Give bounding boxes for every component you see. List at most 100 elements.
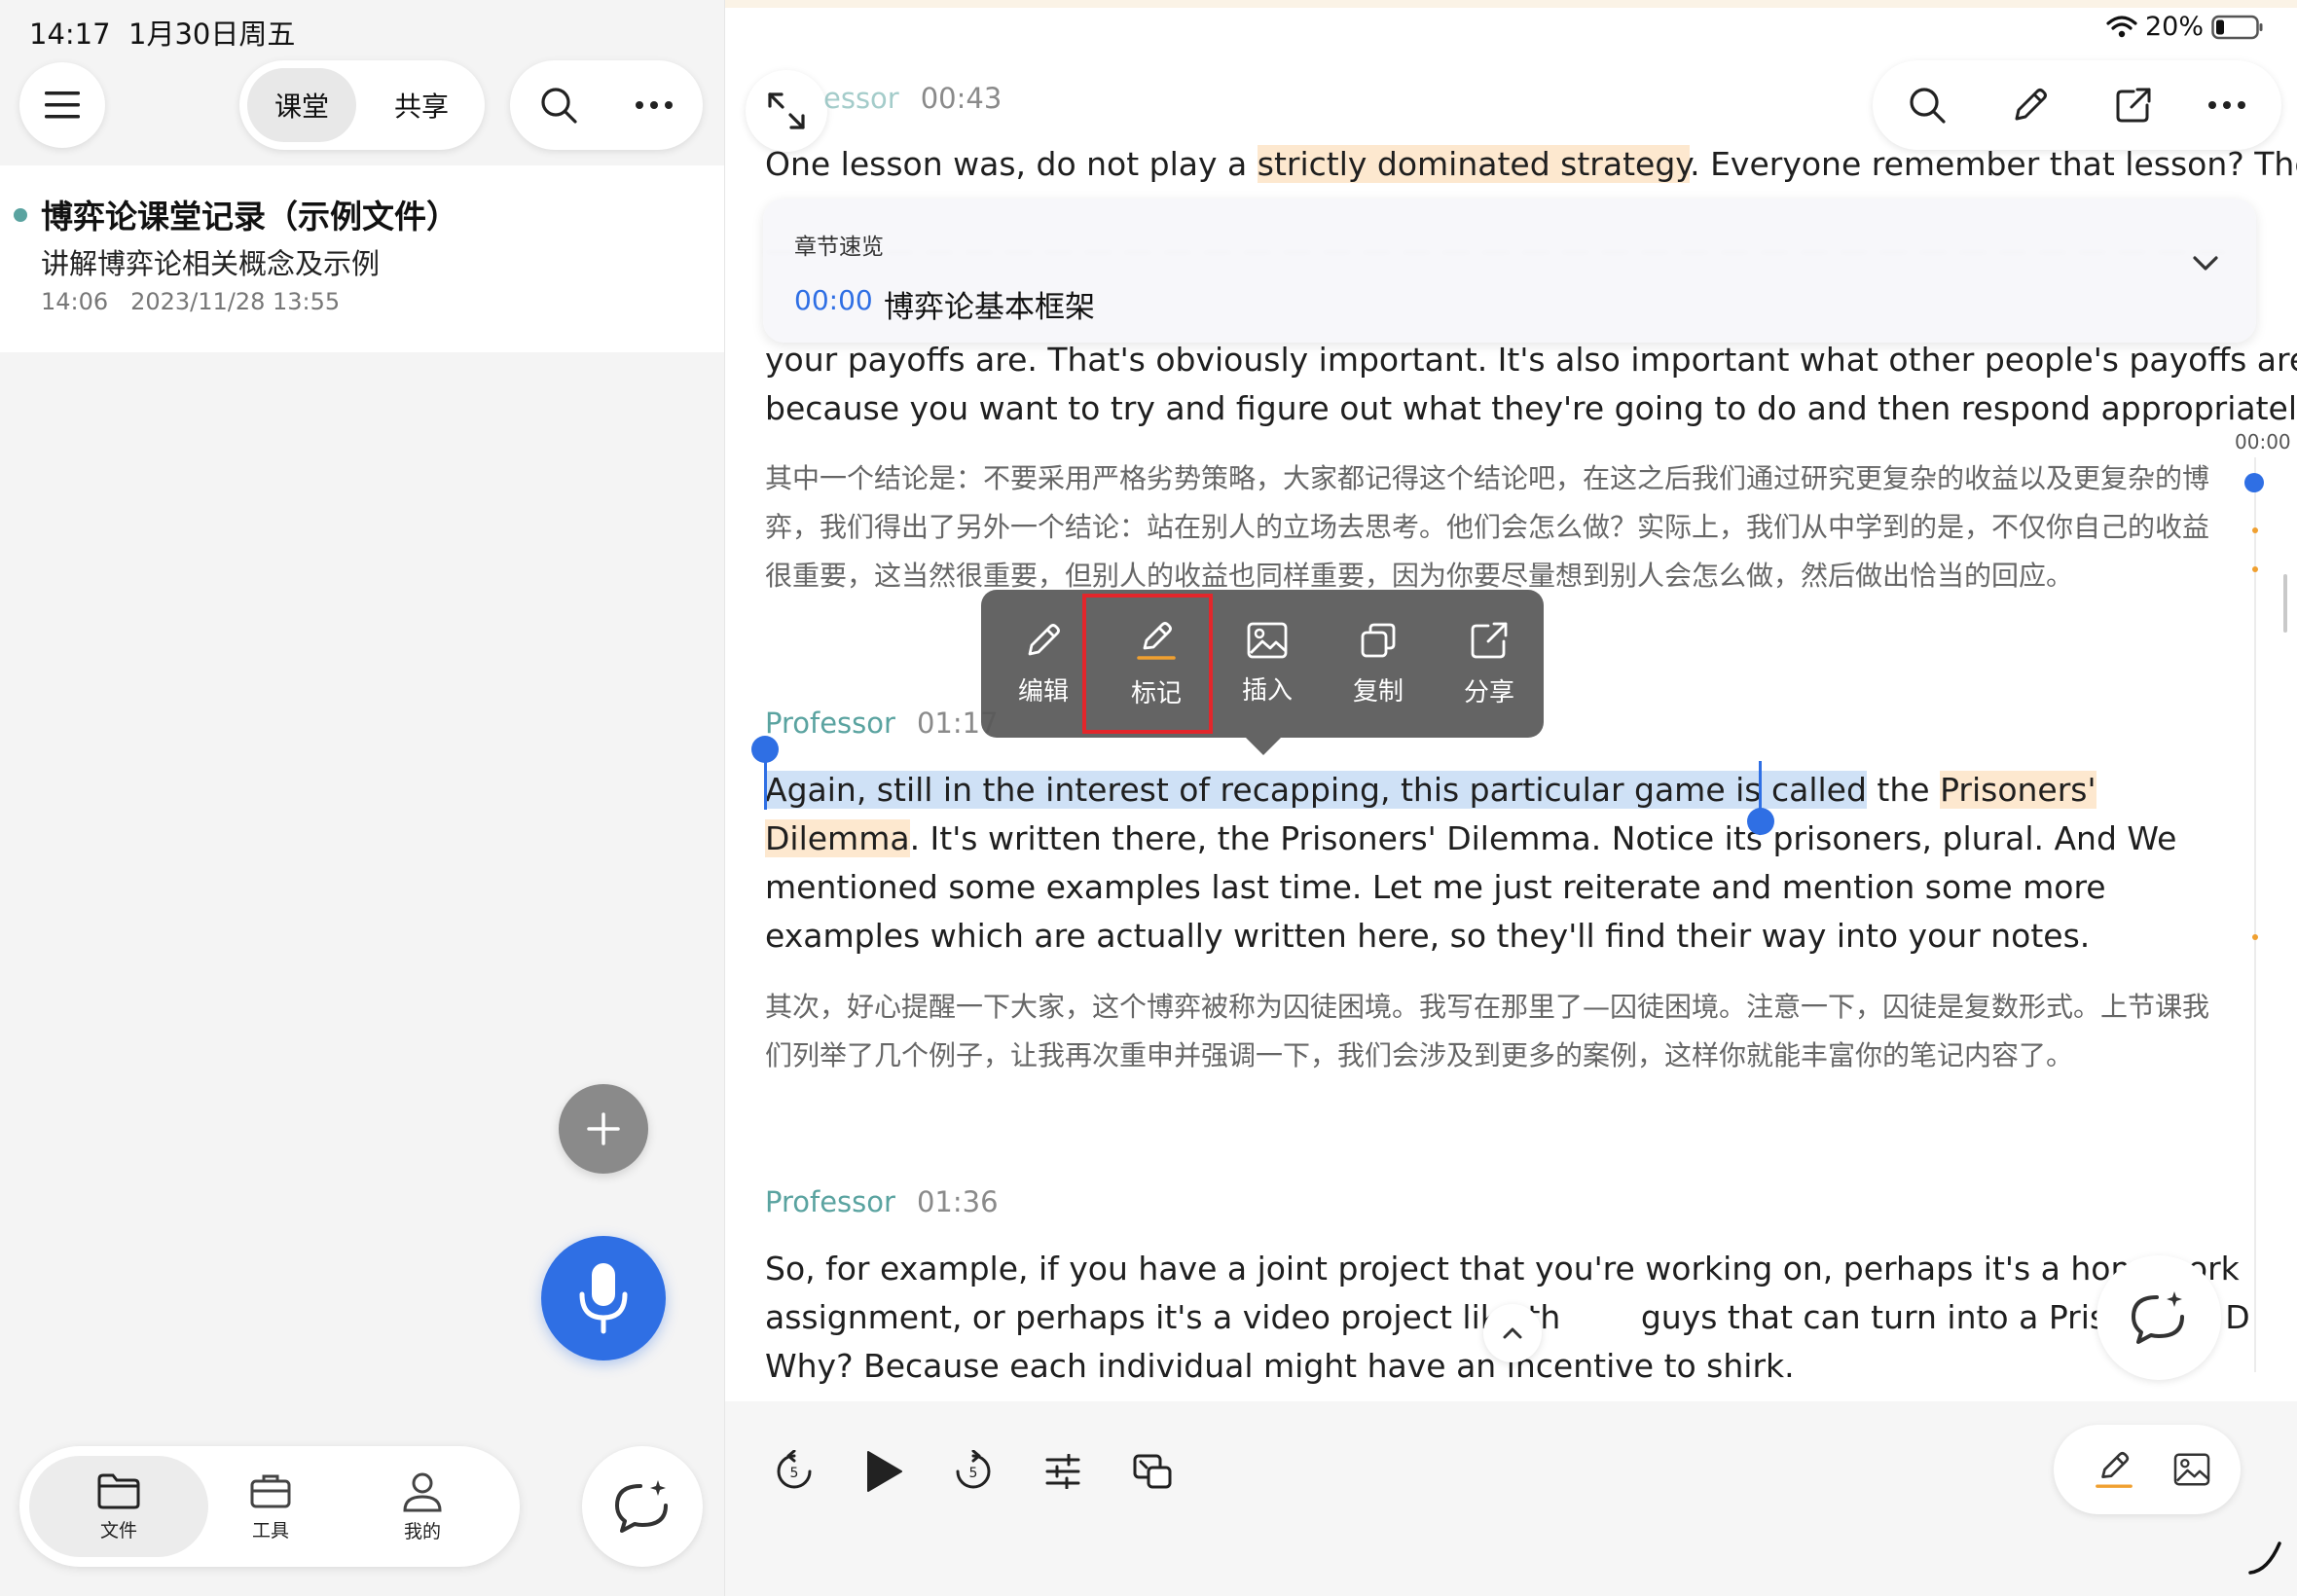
- export-icon: [2116, 88, 2151, 123]
- add-button[interactable]: [559, 1084, 648, 1174]
- chapter-overview-card[interactable]: 章节速览 00:00 博弈论基本框架: [763, 199, 2256, 343]
- segment-time: 00:43: [920, 82, 1003, 115]
- hamburger-icon: [45, 91, 80, 119]
- chapter-label: 章节速览: [794, 235, 884, 260]
- more-button[interactable]: [625, 76, 683, 134]
- transcript-zh[interactable]: 其中一个结论是：不要采用严格劣势策略，大家都记得这个结论吧，在这之后我们通过研究…: [765, 454, 2225, 600]
- copy-icon: [1361, 623, 1396, 657]
- ai-chat-icon: [2132, 1291, 2184, 1344]
- transcript-en-paragraph[interactable]: Again, still in the interest of recappin…: [765, 766, 2225, 961]
- file-description: 讲解博弈论相关概念及示例: [41, 247, 381, 280]
- chapter-title[interactable]: 博弈论基本框架: [884, 282, 1095, 326]
- edit-button[interactable]: [2001, 76, 2060, 134]
- selection-end-handle[interactable]: [1747, 808, 1774, 835]
- chapter-time[interactable]: 00:00: [794, 284, 873, 316]
- speaker-name: Professor: [765, 1185, 895, 1218]
- rewind-5s-button[interactable]: 5: [763, 1440, 825, 1503]
- unread-dot: [14, 208, 27, 222]
- svg-text:5: 5: [790, 1466, 799, 1481]
- bottom-tab-bar: 文件 工具 我的: [19, 1446, 520, 1567]
- toolbox-icon: [250, 1474, 291, 1507]
- menu-item-insert[interactable]: 插入: [1213, 590, 1322, 738]
- context-menu-pointer: [1246, 738, 1281, 755]
- timeline-time: 00:00: [2235, 430, 2291, 453]
- insert-image-button[interactable]: [2165, 1442, 2219, 1497]
- tab-me[interactable]: 我的: [333, 1456, 512, 1557]
- text-context-menu: 编辑 标记 插入 复制 分享: [981, 590, 1544, 738]
- status-bar-clock: 14:17 1月30日周五: [29, 18, 296, 51]
- wifi-icon: [2106, 15, 2137, 37]
- forward-5-icon: 5: [956, 1450, 991, 1489]
- more-icon: [2208, 101, 2245, 109]
- image-icon: [2173, 1453, 2210, 1486]
- file-meta: 14:06 2023/11/28 13:55: [41, 288, 340, 315]
- selected-text[interactable]: Again, still in the interest of recappin…: [765, 771, 1867, 809]
- ai-assistant-button[interactable]: [582, 1446, 703, 1567]
- more-options-button[interactable]: [2198, 76, 2256, 134]
- pen-icon: [2015, 89, 2047, 121]
- forward-5s-button[interactable]: 5: [942, 1440, 1004, 1503]
- user-icon: [403, 1472, 442, 1511]
- focus-highlight-box: [1082, 594, 1213, 734]
- battery-percent: 20%: [2145, 12, 2205, 42]
- segment-header: essor 00:43: [765, 82, 1002, 115]
- segment-header: Professor 01:17: [765, 707, 999, 740]
- file-datetime: 2023/11/28 13:55: [130, 288, 341, 315]
- ai-chat-icon: [615, 1480, 668, 1533]
- record-button[interactable]: [541, 1236, 666, 1360]
- transcript-en-line[interactable]: your payoffs are. That's obviously impor…: [765, 336, 2297, 384]
- chevron-down-icon[interactable]: [2192, 255, 2219, 272]
- pen-icon: [1028, 623, 1060, 655]
- transcript-zh[interactable]: 其次，好心提醒一下大家，这个博弈被称为囚徒困境。我写在那里了—囚徒困境。注意一下…: [765, 983, 2225, 1080]
- microphone-icon: [579, 1263, 628, 1334]
- svg-text:5: 5: [969, 1466, 978, 1481]
- selection-start-caret: [764, 749, 767, 810]
- highlighted-term[interactable]: strictly dominated strategy: [1257, 145, 1691, 183]
- segment-time: 01:36: [916, 1185, 999, 1218]
- top-strip: [725, 0, 2297, 8]
- segment-share-tab[interactable]: 共享: [364, 68, 479, 142]
- highlighter-icon: [2096, 1451, 2133, 1488]
- screen-switch-icon: [1133, 1454, 1172, 1489]
- menu-item-copy[interactable]: 复制: [1324, 590, 1433, 738]
- ai-assistant-button[interactable]: [2096, 1255, 2221, 1380]
- search-transcript-button[interactable]: [1898, 76, 1956, 134]
- timeline-track[interactable]: [2254, 457, 2256, 1372]
- playback-settings-button[interactable]: [1032, 1440, 1094, 1503]
- battery-icon: [2211, 15, 2263, 39]
- timeline-mark[interactable]: [2252, 527, 2258, 533]
- more-icon: [636, 101, 673, 109]
- transcript-en-line[interactable]: because you want to try and figure out w…: [765, 384, 2297, 433]
- timeline-position-marker[interactable]: [2244, 473, 2264, 492]
- timeline-mark[interactable]: [2252, 566, 2258, 572]
- pencil-hover-indicator: [2248, 1542, 2281, 1575]
- segment-header: Professor 01:36: [765, 1185, 999, 1218]
- menu-button[interactable]: [19, 62, 105, 148]
- speaker-name: Professor: [765, 707, 895, 740]
- transcript-en-line[interactable]: One lesson was, do not play a strictly d…: [765, 140, 2297, 189]
- segment-class-tab[interactable]: 课堂: [247, 68, 356, 142]
- menu-item-share[interactable]: 分享: [1435, 590, 1544, 738]
- search-icon: [541, 88, 577, 124]
- play-icon: [867, 1451, 902, 1492]
- transcript-en-line[interactable]: So, for example, if you have a joint pro…: [765, 1245, 2240, 1293]
- search-button[interactable]: [529, 76, 588, 134]
- rewind-5-icon: 5: [777, 1450, 812, 1489]
- picture-in-picture-button[interactable]: [1121, 1440, 1184, 1503]
- left-toolbar: [510, 60, 703, 150]
- highlight-mode-button[interactable]: [2087, 1442, 2141, 1497]
- file-duration: 14:06: [41, 288, 109, 315]
- annotation-tools: [2054, 1425, 2241, 1514]
- plus-icon: [587, 1112, 620, 1145]
- search-icon: [1910, 88, 1946, 124]
- image-icon: [1247, 622, 1288, 658]
- scroll-up-button[interactable]: [1483, 1304, 1542, 1362]
- status-bar-right: 20%: [2106, 12, 2264, 42]
- export-button[interactable]: [2104, 76, 2163, 134]
- speaker-name: essor: [823, 82, 899, 115]
- timeline-mark[interactable]: [2252, 934, 2258, 940]
- play-button[interactable]: [853, 1440, 915, 1503]
- sliders-icon: [1045, 1454, 1080, 1489]
- class-share-segment: 课堂 共享: [239, 60, 485, 150]
- scrollbar-thumb[interactable]: [2283, 574, 2287, 633]
